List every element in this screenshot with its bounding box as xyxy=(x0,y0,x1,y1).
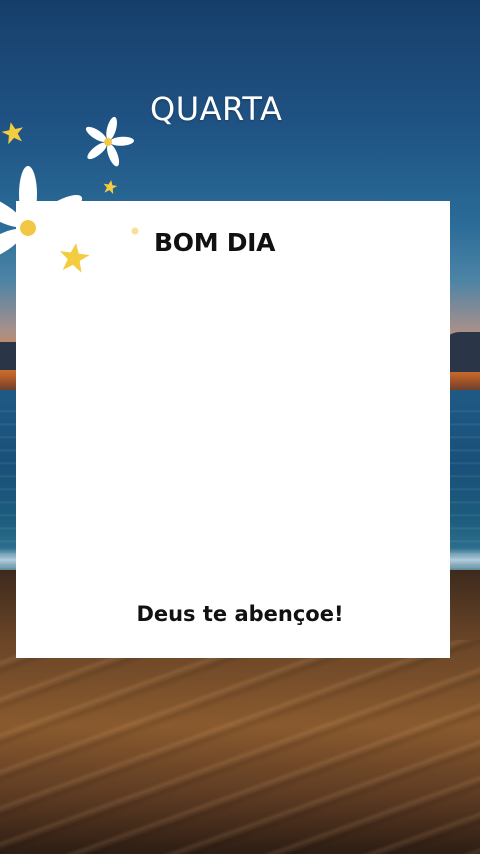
star-icon-lower xyxy=(59,243,90,273)
sand-ridges xyxy=(0,640,480,854)
greeting-heading: BOM DIA xyxy=(154,228,276,257)
faded-daisy-icon xyxy=(114,210,156,249)
blessing-text: Deus te abençoe! xyxy=(136,602,344,626)
tiny-star-icon xyxy=(103,180,118,195)
star-icon xyxy=(1,122,24,145)
day-title: QUARTA xyxy=(150,90,283,128)
small-daisy-icon xyxy=(85,116,134,167)
